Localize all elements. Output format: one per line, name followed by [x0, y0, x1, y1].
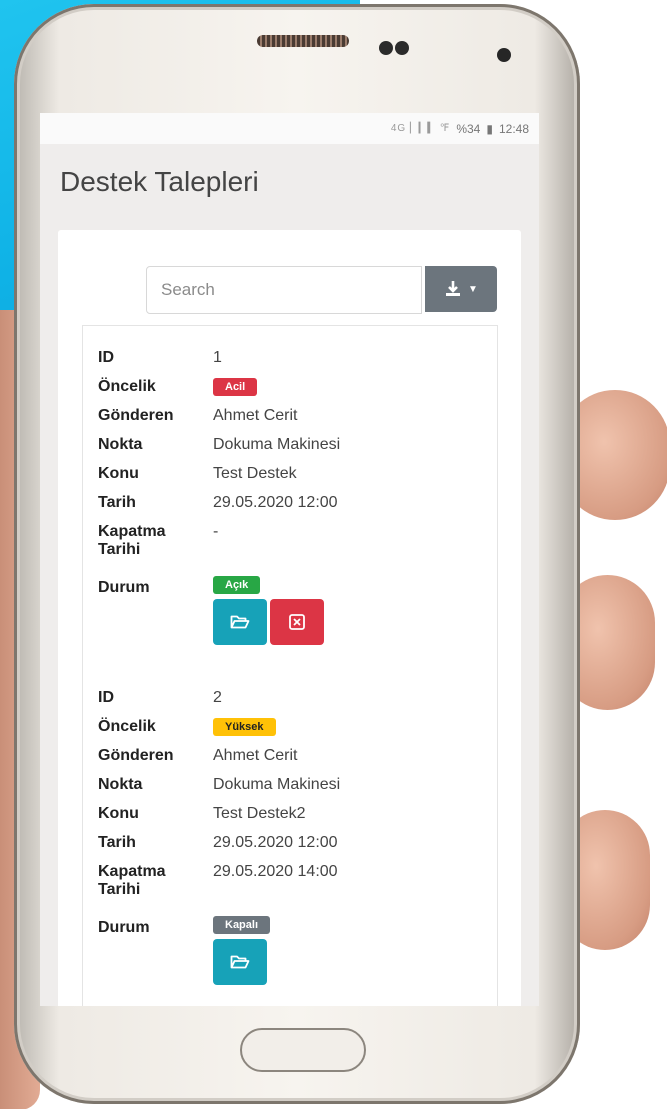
ticket-record: ID 2 Öncelik Yüksek Gönderen Ahmet Cerit No…	[98, 683, 478, 985]
folder-open-icon	[230, 955, 250, 969]
id-label: ID	[98, 348, 114, 366]
ticket-actions	[213, 939, 270, 985]
ticket-list: ID 1 Öncelik Acil Gönderen Ahmet Cerit Nokt…	[82, 325, 498, 1006]
close-ticket-button[interactable]	[270, 599, 324, 645]
point-label: Nokta	[98, 435, 143, 453]
clock: 12:48	[498, 121, 529, 136]
sender-label: Gönderen	[98, 746, 174, 764]
home-button[interactable]	[240, 1028, 366, 1072]
ticket-record: ID 1 Öncelik Acil Gönderen Ahmet Cerit Nokt…	[98, 343, 478, 645]
ticket-date: 29.05.2020 12:00	[213, 493, 338, 511]
phone-screen: 4G ▏▎▍ ℉ %34 ▮ 12:48 Destek Talepleri ▼ …	[40, 113, 539, 1006]
phone-speaker	[257, 35, 349, 47]
status-row: Durum Açık	[98, 575, 478, 645]
priority-label: Öncelik	[98, 377, 156, 395]
caret-down-icon: ▼	[468, 283, 478, 295]
tickets-card: ▼ ID 1 Öncelik Acil Gönderen Ahmet Cerit No…	[58, 230, 521, 1006]
subject-label: Konu	[98, 464, 139, 482]
closing-date-label-line2: Tarihi	[98, 541, 141, 558]
table-toolbar: ▼	[146, 266, 497, 314]
ticket-actions	[213, 599, 324, 645]
folder-open-icon	[230, 615, 250, 629]
point-label: Nokta	[98, 775, 143, 793]
open-ticket-button[interactable]	[213, 939, 267, 985]
date-label: Tarih	[98, 833, 136, 851]
ticket-sender: Ahmet Cerit	[213, 406, 298, 424]
status-label: Durum	[98, 579, 150, 596]
phone-sensor	[395, 41, 409, 55]
date-label: Tarih	[98, 493, 136, 511]
battery-level: %34	[456, 121, 481, 136]
export-dropdown-button[interactable]: ▼	[425, 266, 497, 312]
search-input[interactable]	[146, 266, 422, 314]
closing-date-label-line2: Tarihi	[98, 881, 141, 898]
status-bar: 4G ▏▎▍ ℉ %34 ▮ 12:48	[40, 113, 539, 144]
closing-date-label: Kapatma Tarihi	[98, 863, 213, 899]
phone-camera	[497, 48, 511, 62]
ticket-subject: Test Destek2	[213, 804, 306, 822]
closing-date-label-line1: Kapatma	[98, 863, 166, 880]
signal-icons: 4G ▏▎▍ ℉	[390, 123, 451, 134]
ticket-id: 2	[213, 688, 222, 706]
status-label: Durum	[98, 919, 150, 936]
ticket-closing-date: -	[213, 523, 219, 540]
closing-date-label-line1: Kapatma	[98, 523, 166, 540]
page-title: Destek Talepleri	[60, 166, 259, 197]
id-label: ID	[98, 688, 114, 706]
status-row: Durum Kapalı	[98, 915, 478, 985]
open-ticket-button[interactable]	[213, 599, 267, 645]
download-icon	[446, 281, 461, 296]
ticket-subject: Test Destek	[213, 464, 297, 482]
priority-label: Öncelik	[98, 717, 156, 735]
ticket-date: 29.05.2020 12:00	[213, 833, 338, 851]
closing-date-label: Kapatma Tarihi	[98, 523, 213, 559]
ticket-point: Dokuma Makinesi	[213, 435, 341, 453]
sender-label: Gönderen	[98, 406, 174, 424]
status-badge: Açık	[213, 576, 261, 594]
priority-badge: Acil	[213, 377, 258, 396]
status-badge: Kapalı	[213, 916, 271, 934]
ticket-sender: Ahmet Cerit	[213, 746, 298, 764]
phone-sensor	[379, 41, 393, 55]
battery-icon: ▮	[486, 121, 493, 136]
subject-label: Konu	[98, 804, 139, 822]
ticket-id: 1	[213, 348, 222, 366]
ticket-point: Dokuma Makinesi	[213, 775, 341, 793]
priority-badge: Yüksek	[213, 717, 276, 736]
close-square-icon	[289, 614, 305, 630]
ticket-closing-date: 29.05.2020 14:00	[213, 863, 338, 880]
